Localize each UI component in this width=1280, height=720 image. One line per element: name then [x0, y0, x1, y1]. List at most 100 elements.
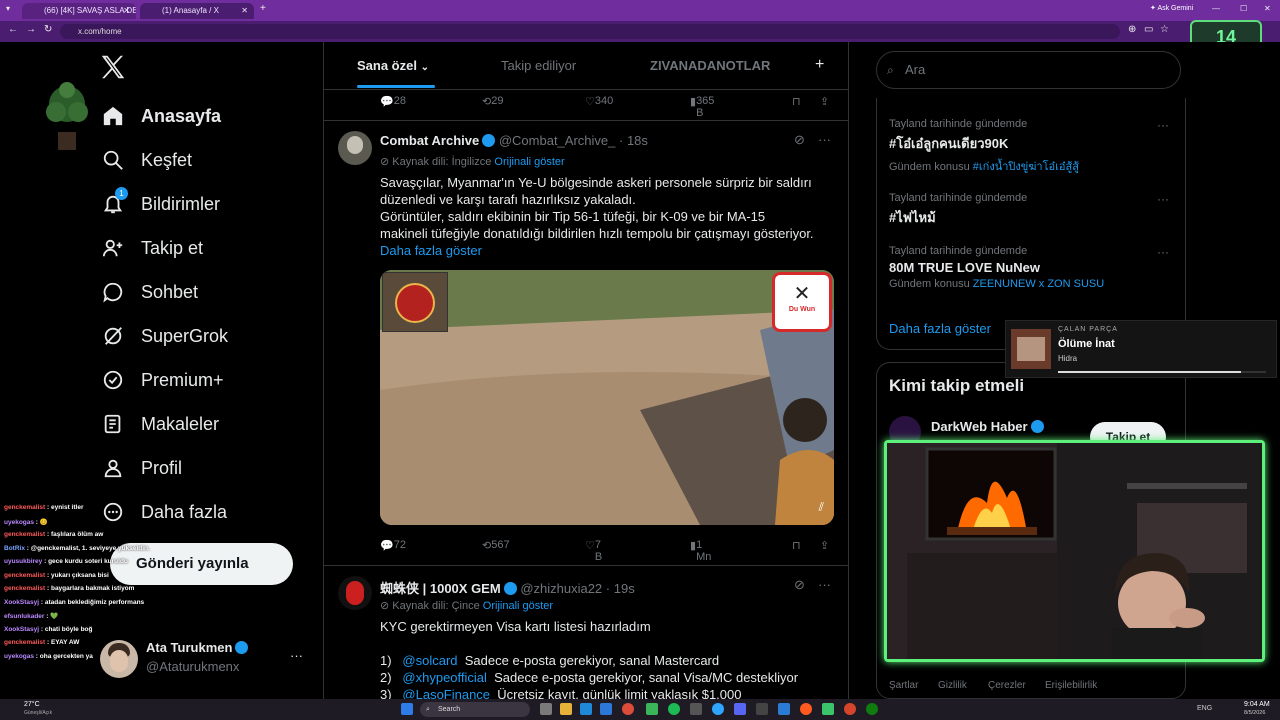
- grok-icon[interactable]: ⊘: [794, 577, 805, 593]
- more-options-icon[interactable]: ···: [1157, 192, 1169, 206]
- file-explorer-icon[interactable]: [560, 703, 572, 715]
- back-icon[interactable]: ←: [8, 24, 18, 35]
- app-icon[interactable]: [756, 703, 768, 715]
- nav-item-supergrok[interactable]: SuperGrok: [100, 318, 228, 354]
- nav-item-profile[interactable]: Profil: [100, 450, 182, 486]
- trend-link[interactable]: #เก่งน้ำปิงขู่ฆ่าโอ๋เอ๋สู้สู้: [973, 161, 1079, 173]
- bookmark-icon[interactable]: ⊓: [792, 539, 801, 552]
- taskbar-search[interactable]: ⌕ Search: [420, 702, 530, 717]
- minimize-icon[interactable]: —: [1212, 4, 1220, 13]
- tweet-time[interactable]: · 18s: [619, 133, 648, 148]
- app-icon[interactable]: [800, 703, 812, 715]
- tab-menu-icon[interactable]: ▾: [6, 4, 10, 13]
- nav-item-more[interactable]: Daha fazla: [100, 494, 227, 530]
- close-icon[interactable]: ✕: [123, 3, 130, 19]
- avatar[interactable]: [338, 576, 372, 610]
- star-icon[interactable]: ☆: [1160, 24, 1169, 35]
- mention-link[interactable]: @xhypeofficial: [402, 670, 487, 685]
- browser-tab-youtube[interactable]: (66) [4K] SAVAŞ ASLA DEĞİŞMEZ✕: [22, 3, 136, 19]
- weather-temp[interactable]: 27°C: [24, 701, 40, 708]
- edge-icon[interactable]: [580, 703, 592, 715]
- repost-button[interactable]: ⟲ 567: [482, 539, 510, 552]
- chrome-icon[interactable]: [844, 703, 856, 715]
- xbox-icon[interactable]: [866, 703, 878, 715]
- window-close-icon[interactable]: ✕: [1264, 4, 1271, 13]
- maximize-icon[interactable]: ☐: [1240, 4, 1247, 13]
- app-icon[interactable]: [778, 703, 790, 715]
- show-more-trends-link[interactable]: Daha fazla göster: [889, 321, 991, 336]
- tweet-handle[interactable]: @Combat_Archive_: [499, 133, 616, 148]
- trend-item[interactable]: Tayland tarihinde gündemde #โอ๋เอ๋ลูกคนเด…: [889, 118, 1169, 175]
- nav-item-explore[interactable]: Keşfet: [100, 142, 192, 178]
- suggestion-name[interactable]: DarkWeb Haber: [931, 419, 1044, 434]
- footer-link[interactable]: Şartlar: [889, 680, 918, 691]
- reply-button[interactable]: 💬 28: [380, 95, 406, 108]
- share-icon[interactable]: ⇪: [820, 95, 829, 108]
- like-button[interactable]: ♡ 7 B: [585, 539, 602, 563]
- views-button[interactable]: ▮ 365 B: [690, 95, 714, 119]
- tweet-author[interactable]: 蜘蛛侠 | 1000X GEM: [380, 581, 501, 596]
- reload-icon[interactable]: ↻: [44, 24, 52, 35]
- nav-item-articles[interactable]: Makaleler: [100, 406, 219, 442]
- more-options-icon[interactable]: ···: [818, 577, 831, 592]
- tab-following[interactable]: Takip ediliyor: [501, 58, 576, 73]
- app-icon[interactable]: [646, 703, 658, 715]
- like-button[interactable]: ♡ 340: [585, 95, 613, 108]
- x-logo-icon[interactable]: [98, 52, 128, 82]
- reply-button[interactable]: 💬 72: [380, 539, 406, 552]
- cast-icon[interactable]: ▭: [1144, 24, 1153, 35]
- store-icon[interactable]: [600, 703, 612, 715]
- spotify-icon[interactable]: [668, 703, 680, 715]
- grok-icon[interactable]: ⊘: [794, 132, 805, 148]
- chrome-icon[interactable]: [622, 703, 634, 715]
- tweet-time[interactable]: · 19s: [606, 581, 635, 596]
- app-icon[interactable]: [822, 703, 834, 715]
- tweet-video[interactable]: ✕ Du Wun ⫽: [380, 270, 834, 525]
- footer-link[interactable]: Gizlilik: [938, 680, 967, 691]
- trend-item[interactable]: Tayland tarihinde gündemde #ไฟไหม้ ···: [889, 192, 1169, 228]
- avatar[interactable]: [100, 640, 138, 678]
- telegram-icon[interactable]: [712, 703, 724, 715]
- tab-list[interactable]: ZIVANADANOTLAR: [650, 58, 770, 73]
- language-indicator[interactable]: ENG: [1197, 705, 1212, 712]
- close-icon[interactable]: ✕: [241, 3, 248, 19]
- more-options-icon[interactable]: ···: [1157, 245, 1169, 259]
- clock-date[interactable]: 8/5/2026: [1244, 710, 1265, 716]
- mention-link[interactable]: @solcard: [402, 653, 457, 668]
- app-icon[interactable]: [690, 703, 702, 715]
- new-tab-icon[interactable]: +: [260, 3, 266, 14]
- footer-link[interactable]: Erişilebilirlik: [1045, 680, 1097, 691]
- tweet-handle[interactable]: @zhizhuxia22: [520, 581, 602, 596]
- tweet-author[interactable]: Combat Archive: [380, 133, 479, 148]
- show-original-link[interactable]: Orijinali göster: [494, 156, 564, 168]
- nav-item-chat[interactable]: Sohbet: [100, 274, 198, 310]
- clock-time[interactable]: 9:04 AM: [1244, 701, 1270, 708]
- forward-icon[interactable]: →: [26, 24, 36, 35]
- nav-item-follow[interactable]: Takip et: [100, 230, 203, 266]
- repost-button[interactable]: ⟲ 29: [482, 95, 503, 108]
- bookmark-icon[interactable]: ⊓: [792, 95, 801, 108]
- discord-icon[interactable]: [734, 703, 746, 715]
- url-field[interactable]: x.com/home: [60, 24, 1120, 39]
- nav-item-home[interactable]: Anasayfa: [100, 98, 221, 134]
- more-options-icon[interactable]: ···: [1157, 118, 1169, 132]
- search-input[interactable]: ⌕ Ara: [876, 51, 1181, 89]
- windows-start-icon[interactable]: [401, 703, 413, 715]
- more-options-icon[interactable]: ···: [818, 132, 831, 147]
- show-original-link[interactable]: Orijinali göster: [483, 600, 553, 612]
- share-icon[interactable]: ⇪: [820, 539, 829, 552]
- views-button[interactable]: ▮ 1 Mn: [690, 539, 711, 563]
- task-view-icon[interactable]: [540, 703, 552, 715]
- show-more-link[interactable]: Daha fazla göster: [380, 242, 840, 259]
- trend-link[interactable]: ZEENUNEW x ZON SUSU: [973, 278, 1104, 290]
- nav-item-notifications[interactable]: 1 Bildirimler: [100, 186, 220, 222]
- trend-item[interactable]: Tayland tarihinde gündemde 80M TRUE LOVE …: [889, 245, 1169, 290]
- footer-link[interactable]: Çerezler: [988, 680, 1026, 691]
- account-menu-icon[interactable]: ···: [290, 648, 303, 663]
- avatar[interactable]: [338, 131, 372, 165]
- ask-gemini-button[interactable]: ✦ Ask Gemini: [1150, 4, 1193, 12]
- nav-item-premium[interactable]: Premium+: [100, 362, 224, 398]
- video-settings-icon[interactable]: ⫽: [819, 500, 824, 515]
- mention-link[interactable]: @LasoFinance: [402, 687, 490, 699]
- tab-for-you[interactable]: Sana özel ⌄: [357, 58, 429, 73]
